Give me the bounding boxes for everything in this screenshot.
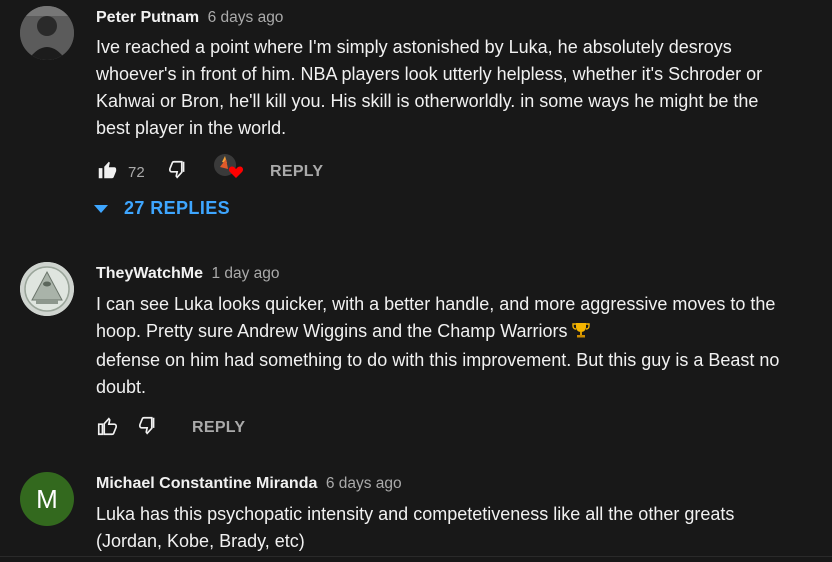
comment-text-line: defense on him had something to do with … — [96, 350, 780, 397]
view-replies-button[interactable]: 27 REPLIES — [92, 198, 230, 219]
author-name[interactable]: Peter Putnam — [96, 9, 199, 26]
dislike-button[interactable] — [138, 416, 160, 440]
like-button[interactable] — [96, 160, 118, 184]
comment-text: I can see Luka looks quicker, with a bet… — [96, 291, 796, 401]
like-count: 72 — [128, 163, 145, 181]
trophy-icon — [571, 320, 590, 347]
thumb-up-outline-icon — [96, 415, 118, 442]
caret-down-icon — [94, 204, 108, 213]
comment-time[interactable]: 1 day ago — [211, 265, 279, 282]
comment-text: Luka has this psychopatic intensity and … — [96, 504, 735, 551]
divider — [0, 556, 832, 557]
comment-header: Michael Constantine Miranda 6 days ago — [96, 475, 402, 493]
creator-heart-icon — [212, 153, 246, 188]
thumb-down-icon — [138, 415, 160, 442]
comment-time[interactable]: 6 days ago — [326, 475, 402, 492]
author-name[interactable]: TheyWatchMe — [96, 265, 203, 282]
comment-header: TheyWatchMe 1 day ago — [96, 265, 280, 283]
comment-header: Peter Putnam 6 days ago — [96, 9, 283, 27]
creator-heart[interactable] — [212, 153, 246, 182]
dislike-button[interactable] — [168, 160, 190, 184]
reply-button[interactable]: REPLY — [270, 160, 323, 184]
thumb-down-icon — [168, 159, 190, 186]
avatar[interactable] — [20, 262, 74, 316]
avatar[interactable] — [20, 6, 74, 60]
like-button[interactable] — [96, 416, 118, 440]
comment-time[interactable]: 6 days ago — [208, 9, 284, 26]
comment-text-line: I can see Luka looks quicker, with a bet… — [96, 294, 776, 341]
reply-button[interactable]: REPLY — [192, 416, 245, 440]
avatar-letter: M — [36, 483, 58, 514]
avatar[interactable]: M — [20, 472, 74, 526]
replies-count-label: 27 REPLIES — [124, 198, 231, 218]
thumb-up-filled-icon — [96, 159, 118, 186]
author-name[interactable]: Michael Constantine Miranda — [96, 475, 317, 492]
comment-text: Ive reached a point where I'm simply ast… — [96, 37, 763, 138]
